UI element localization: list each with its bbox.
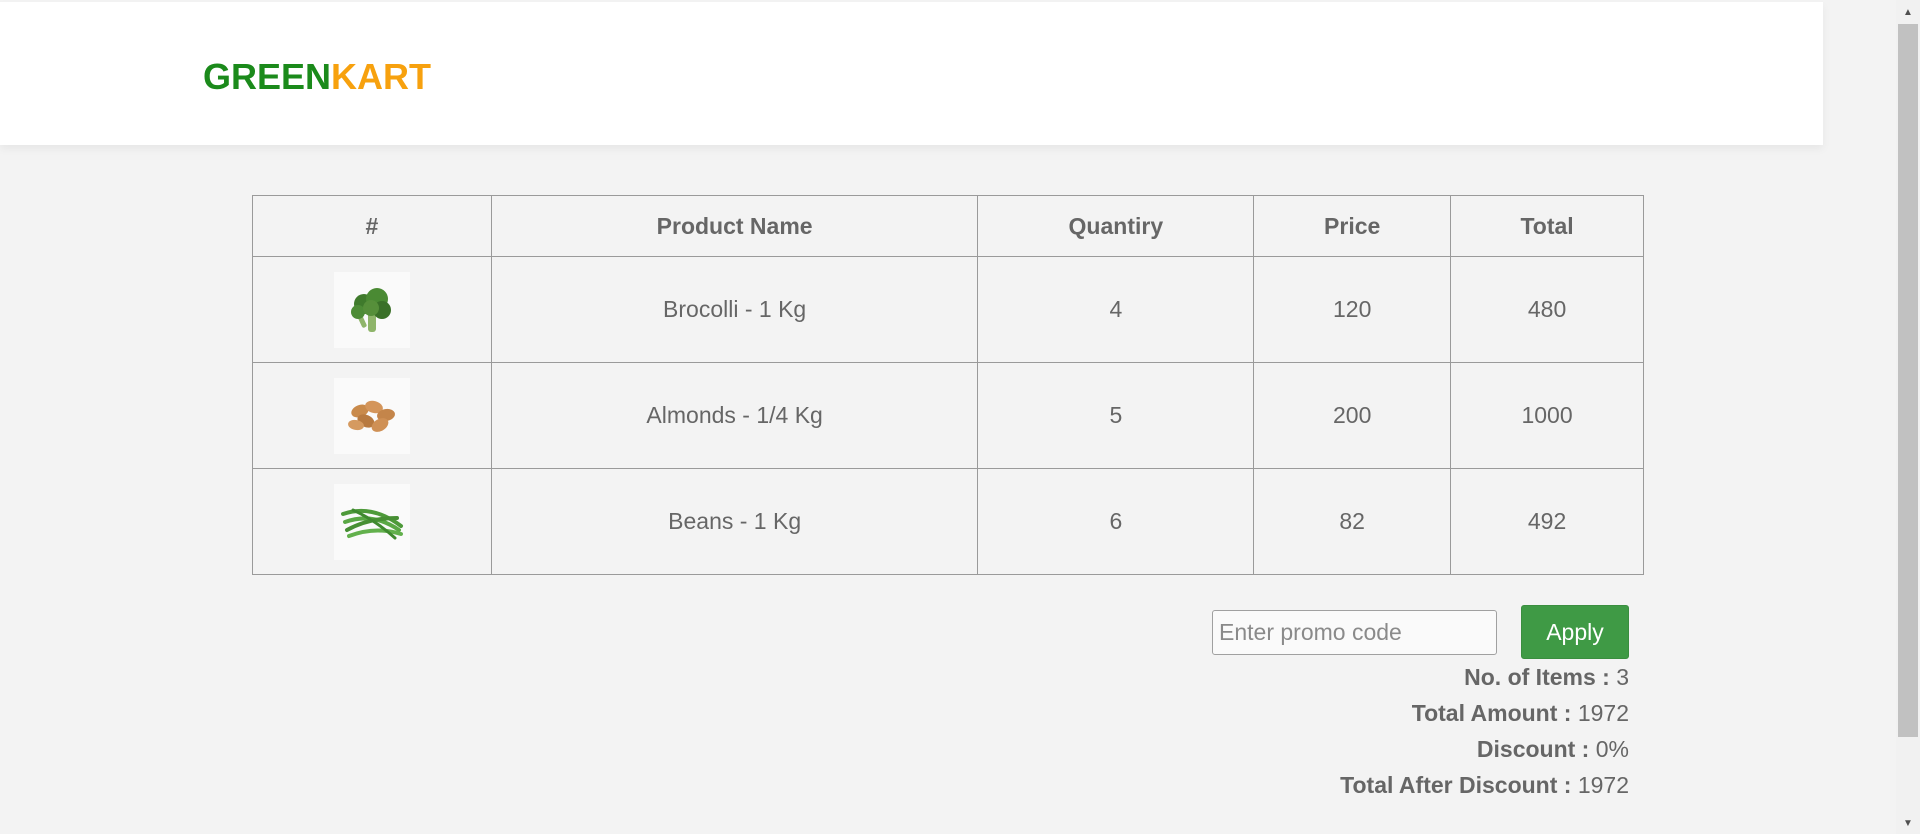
scrollbar-thumb[interactable] [1898,24,1918,737]
discount-value: 0% [1595,736,1629,762]
header-number: # [252,195,492,257]
table-row: Brocolli - 1 Kg 4 120 480 [252,256,1644,363]
site-header: GREENKART [0,2,1823,145]
logo-green-text: GREEN [203,56,332,97]
header-product-name: Product Name [490,195,979,257]
product-total: 1000 [1450,362,1644,469]
apply-promo-button[interactable]: Apply [1521,605,1629,659]
promo-code-input[interactable] [1212,610,1497,655]
total-after-discount-row: Total After Discount : 1972 [1340,770,1629,806]
table-row: Almonds - 1/4 Kg 5 200 1000 [252,362,1644,469]
total-after-discount-label: Total After Discount : [1340,772,1572,798]
product-name: Almonds - 1/4 Kg [490,362,979,469]
order-summary: No. of Items : 3 Total Amount : 1972 Dis… [1340,662,1629,806]
greenkart-logo[interactable]: GREENKART [203,56,431,98]
items-count-value: 3 [1616,664,1629,690]
broccoli-image [333,271,410,348]
product-name: Beans - 1 Kg [490,468,979,575]
product-price: 200 [1253,362,1452,469]
header-quantity: Quantiry [977,195,1255,257]
items-count-label: No. of Items : [1464,664,1610,690]
table-row: Beans - 1 Kg 6 82 492 [252,468,1644,575]
page-scrollbar[interactable]: ▲ ▼ [1896,0,1920,834]
almonds-image [333,377,410,454]
scroll-up-arrow-icon[interactable]: ▲ [1896,0,1920,24]
product-price: 82 [1253,468,1452,575]
table-header-row: # Product Name Quantiry Price Total [252,195,1644,257]
total-amount-label: Total Amount : [1411,700,1572,726]
total-amount-value: 1972 [1577,700,1629,726]
discount-label: Discount : [1476,736,1590,762]
product-quantity: 6 [977,468,1255,575]
header-price: Price [1253,195,1452,257]
total-amount-row: Total Amount : 1972 [1340,698,1629,734]
header-total: Total [1450,195,1644,257]
product-total: 480 [1450,256,1644,363]
product-total: 492 [1450,468,1644,575]
product-quantity: 5 [977,362,1255,469]
product-quantity: 4 [977,256,1255,363]
product-image-cell [252,362,492,469]
cart-table: # Product Name Quantiry Price Total Broc… [252,195,1644,575]
total-after-discount-value: 1972 [1577,772,1629,798]
scroll-down-arrow-icon[interactable]: ▼ [1896,812,1920,834]
product-price: 120 [1253,256,1452,363]
logo-kart-text: KART [331,56,432,97]
product-image-cell [252,256,492,363]
beans-image [333,483,410,560]
discount-row: Discount : 0% [1340,734,1629,770]
product-name: Brocolli - 1 Kg [490,256,979,363]
items-count-row: No. of Items : 3 [1340,662,1629,698]
product-image-cell [252,468,492,575]
